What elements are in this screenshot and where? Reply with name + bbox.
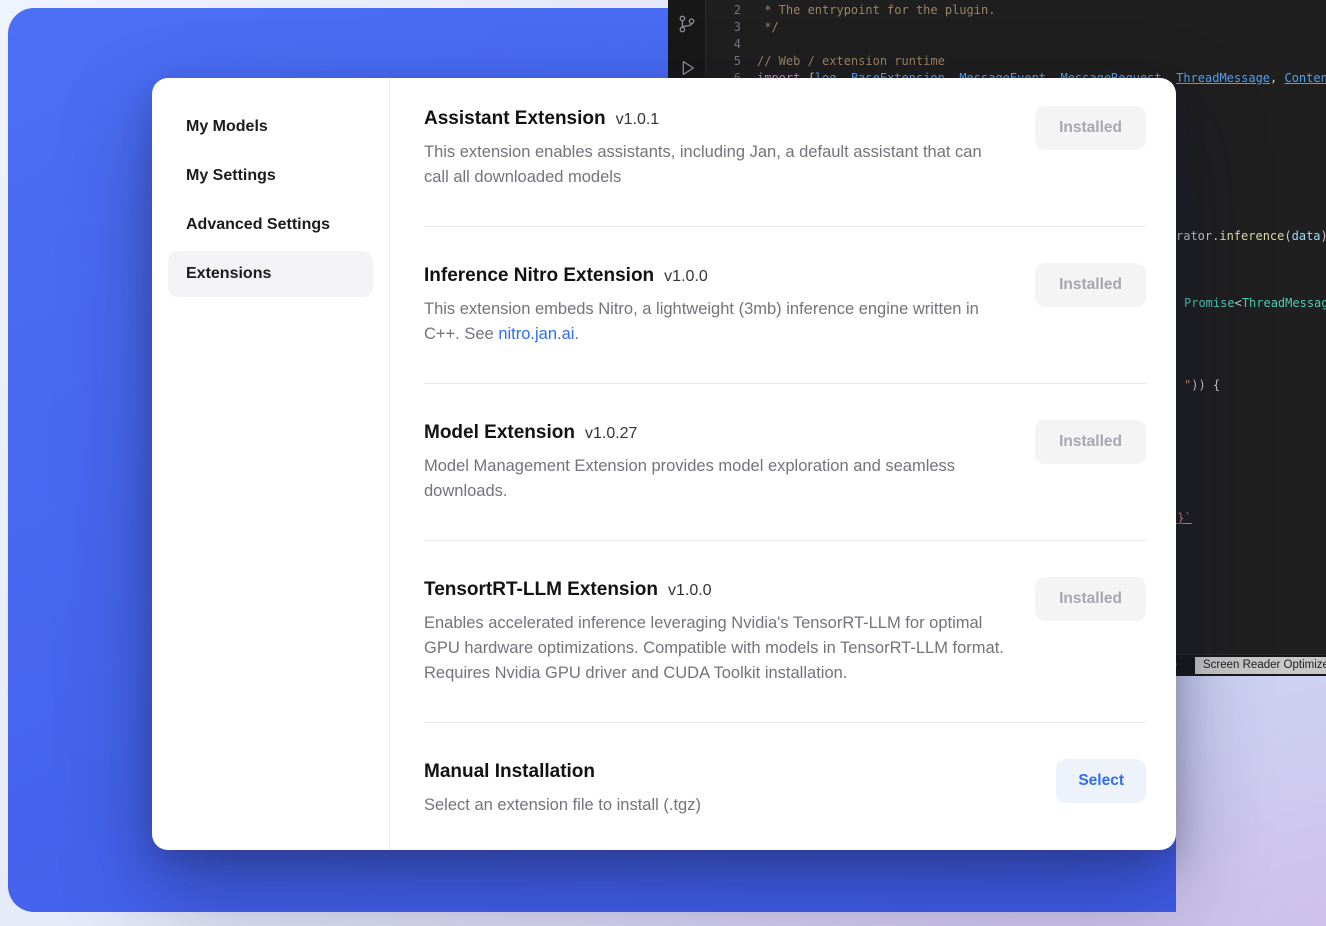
extension-name: Manual Installation [424, 759, 595, 785]
code-token: ThreadMessage [1176, 70, 1270, 87]
background-gradient-patch [1176, 676, 1326, 926]
extension-name: Model Extension [424, 420, 575, 446]
select-button[interactable]: Select [1056, 759, 1146, 803]
sidebar-item-label: Extensions [186, 265, 271, 283]
extension-row: Inference Nitro Extension v1.0.0 This ex… [424, 263, 1146, 347]
section-divider [424, 226, 1146, 227]
extension-title-line: TensortRT-LLM Extension v1.0.0 [424, 577, 1009, 603]
settings-sidebar: My Models My Settings Advanced Settings … [152, 78, 390, 850]
code-token: Promise [1184, 296, 1235, 310]
extension-version: v1.0.1 [616, 111, 660, 129]
extension-info: Assistant Extension v1.0.1 This extensio… [424, 106, 1009, 190]
installed-button[interactable]: Installed [1035, 106, 1146, 150]
screen-reader-optimized-badge[interactable]: Screen Reader Optimized [1195, 657, 1326, 674]
extension-name: Inference Nitro Extension [424, 263, 654, 289]
extension-info: Inference Nitro Extension v1.0.0 This ex… [424, 263, 1009, 347]
source-control-icon[interactable] [675, 12, 699, 36]
extension-description: Select an extension file to install (.tg… [424, 793, 701, 818]
extension-version: v1.0.27 [585, 425, 637, 443]
code-token: , [1270, 70, 1284, 87]
code-token: )); [1321, 229, 1326, 243]
description-text: Enables accelerated inference leveraging… [424, 614, 1004, 682]
code-line: 5 // Web / extension runtime [707, 53, 1326, 70]
code-area[interactable]: 2 * The entrypoint for the plugin.3 */45… [707, 2, 1326, 87]
code-token: ( [1284, 229, 1291, 243]
link-nitro-jan-ai[interactable]: nitro.jan.ai [498, 325, 574, 343]
description-text: Select an extension file to install (.tg… [424, 796, 701, 814]
extension-info: TensortRT-LLM Extension v1.0.0 Enables a… [424, 577, 1009, 686]
installed-button[interactable]: Installed [1035, 263, 1146, 307]
code-token: )) { [1191, 378, 1220, 392]
code-token: */ [757, 19, 779, 36]
sidebar-item-label: My Settings [186, 167, 276, 185]
code-fragment: Promise<ThreadMessage> [1184, 296, 1326, 310]
extension-name: Assistant Extension [424, 106, 606, 132]
extension-title-line: Inference Nitro Extension v1.0.0 [424, 263, 1009, 289]
sidebar-item-label: Advanced Settings [186, 216, 330, 234]
code-token: ThreadMessage [1242, 296, 1326, 310]
code-token: // Web / extension runtime [757, 53, 945, 70]
extension-description: This extension enables assistants, inclu… [424, 140, 1009, 190]
extension-row: Assistant Extension v1.0.1 This extensio… [424, 106, 1146, 190]
extension-info: Model Extension v1.0.27 Model Management… [424, 420, 1009, 504]
extension-row: TensortRT-LLM Extension v1.0.0 Enables a… [424, 577, 1146, 686]
sidebar-item-my-settings[interactable]: My Settings [168, 153, 373, 199]
extension-row: Manual Installation Select an extension … [424, 759, 1146, 818]
extension-name: TensortRT-LLM Extension [424, 577, 658, 603]
extension-description: Model Management Extension provides mode… [424, 454, 1009, 504]
installed-button[interactable]: Installed [1035, 577, 1146, 621]
extension-description: This extension embeds Nitro, a lightweig… [424, 297, 1009, 347]
extension-description: Enables accelerated inference leveraging… [424, 611, 1009, 686]
section-divider [424, 722, 1146, 723]
extension-info: Manual Installation Select an extension … [424, 759, 701, 818]
code-fragment: rator.inference(data)); [1176, 229, 1326, 243]
line-number: 5 [707, 53, 741, 70]
line-number: 4 [707, 36, 741, 53]
code-token: inference [1219, 229, 1284, 243]
extension-title-line: Model Extension v1.0.27 [424, 420, 1009, 446]
code-line: 3 */ [707, 19, 1326, 36]
extension-title-line: Manual Installation [424, 759, 701, 785]
description-text: Model Management Extension provides mode… [424, 457, 955, 500]
jan-settings-window: My Models My Settings Advanced Settings … [152, 78, 1176, 850]
code-token: ContentType [1284, 70, 1326, 87]
run-debug-icon[interactable] [675, 56, 699, 80]
code-token: < [1235, 296, 1242, 310]
section-divider [424, 540, 1146, 541]
code-token: rator. [1176, 229, 1219, 243]
code-token: data [1292, 229, 1321, 243]
description-text: . [574, 325, 579, 343]
code-fragment: ")) { [1184, 378, 1220, 392]
sidebar-item-advanced-settings[interactable]: Advanced Settings [168, 202, 373, 248]
code-line: 4 [707, 36, 1326, 53]
extension-title-line: Assistant Extension v1.0.1 [424, 106, 1009, 132]
section-divider [424, 383, 1146, 384]
sidebar-item-extensions[interactable]: Extensions [168, 251, 373, 297]
code-token: * The entrypoint for the plugin. [757, 2, 995, 19]
installed-button[interactable]: Installed [1035, 420, 1146, 464]
extension-version: v1.0.0 [664, 268, 708, 286]
extension-row: Model Extension v1.0.27 Model Management… [424, 420, 1146, 504]
extensions-panel: Assistant Extension v1.0.1 This extensio… [390, 78, 1176, 850]
page-background: 2 * The entrypoint for the plugin.3 */45… [0, 0, 1326, 926]
sidebar-item-my-models[interactable]: My Models [168, 104, 373, 150]
code-line: 2 * The entrypoint for the plugin. [707, 2, 1326, 19]
sidebar-item-label: My Models [186, 118, 268, 136]
description-text: This extension enables assistants, inclu… [424, 143, 982, 186]
extension-version: v1.0.0 [668, 582, 712, 600]
line-number: 2 [707, 2, 741, 19]
line-number: 3 [707, 19, 741, 36]
